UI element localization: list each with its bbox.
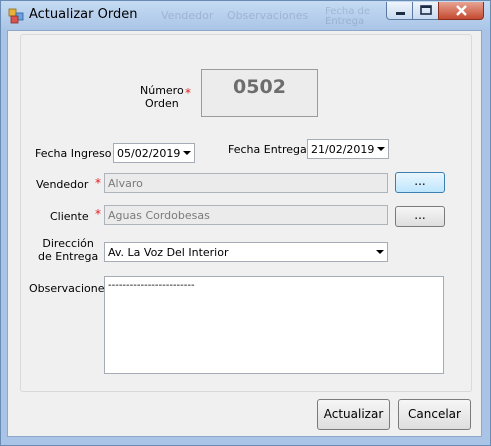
numero-orden-value: 0502 bbox=[233, 76, 286, 98]
fecha-ingreso-picker[interactable]: 05/02/2019 bbox=[113, 143, 195, 163]
observaciones-value: ------------------------ bbox=[108, 280, 195, 291]
maximize-icon bbox=[420, 5, 432, 15]
title-bar[interactable]: Vendedor Observaciones Fecha de Entrega … bbox=[1, 1, 490, 31]
vendedor-browse-button[interactable]: ... bbox=[395, 172, 445, 193]
cliente-value: Aguas Cordobesas bbox=[108, 209, 210, 222]
background-column-header: Vendedor bbox=[161, 9, 214, 22]
cliente-label: Cliente bbox=[50, 210, 89, 223]
cliente-browse-button[interactable]: ... bbox=[395, 206, 445, 227]
actualizar-button[interactable]: Actualizar bbox=[317, 399, 390, 430]
background-column-header: Observaciones bbox=[227, 9, 309, 22]
observaciones-label: Observaciones bbox=[29, 282, 111, 295]
minimize-button[interactable] bbox=[386, 2, 413, 20]
chevron-down-icon[interactable] bbox=[377, 147, 385, 151]
cliente-field: Aguas Cordobesas bbox=[104, 205, 388, 225]
vendedor-value: Alvaro bbox=[108, 177, 143, 190]
fecha-entrega-label: Fecha Entrega bbox=[228, 143, 307, 156]
direccion-entrega-value: Av. La Voz Del Interior bbox=[108, 246, 229, 259]
numero-orden-label: Número Orden bbox=[140, 84, 184, 110]
fecha-ingreso-value: 05/02/2019 bbox=[117, 147, 181, 160]
cancelar-button[interactable]: Cancelar bbox=[398, 399, 471, 430]
chevron-down-icon[interactable] bbox=[183, 151, 191, 155]
chevron-down-icon[interactable] bbox=[376, 250, 384, 254]
required-marker: * bbox=[185, 86, 191, 100]
required-marker: * bbox=[95, 207, 101, 221]
direccion-entrega-label: Dirección de Entrega bbox=[38, 237, 99, 263]
fecha-ingreso-label: Fecha Ingreso bbox=[35, 147, 112, 160]
required-marker: * bbox=[95, 176, 101, 190]
vendedor-label: Vendedor bbox=[36, 178, 89, 191]
direccion-entrega-select[interactable]: Av. La Voz Del Interior bbox=[104, 242, 388, 262]
fecha-entrega-picker[interactable]: 21/02/2019 bbox=[307, 139, 389, 159]
maximize-button[interactable] bbox=[412, 2, 439, 20]
fecha-entrega-value: 21/02/2019 bbox=[311, 143, 375, 156]
numero-orden-box: 0502 bbox=[201, 69, 318, 117]
vendedor-field: Alvaro bbox=[104, 173, 388, 193]
close-button[interactable] bbox=[438, 2, 484, 20]
minimize-icon bbox=[396, 12, 405, 15]
window-title: Actualizar Orden bbox=[29, 7, 138, 22]
close-icon bbox=[456, 5, 467, 16]
background-column-header: Fecha de Entrega bbox=[325, 6, 370, 27]
window-app-icon bbox=[8, 8, 24, 24]
observaciones-textarea[interactable]: ------------------------ bbox=[104, 276, 444, 374]
